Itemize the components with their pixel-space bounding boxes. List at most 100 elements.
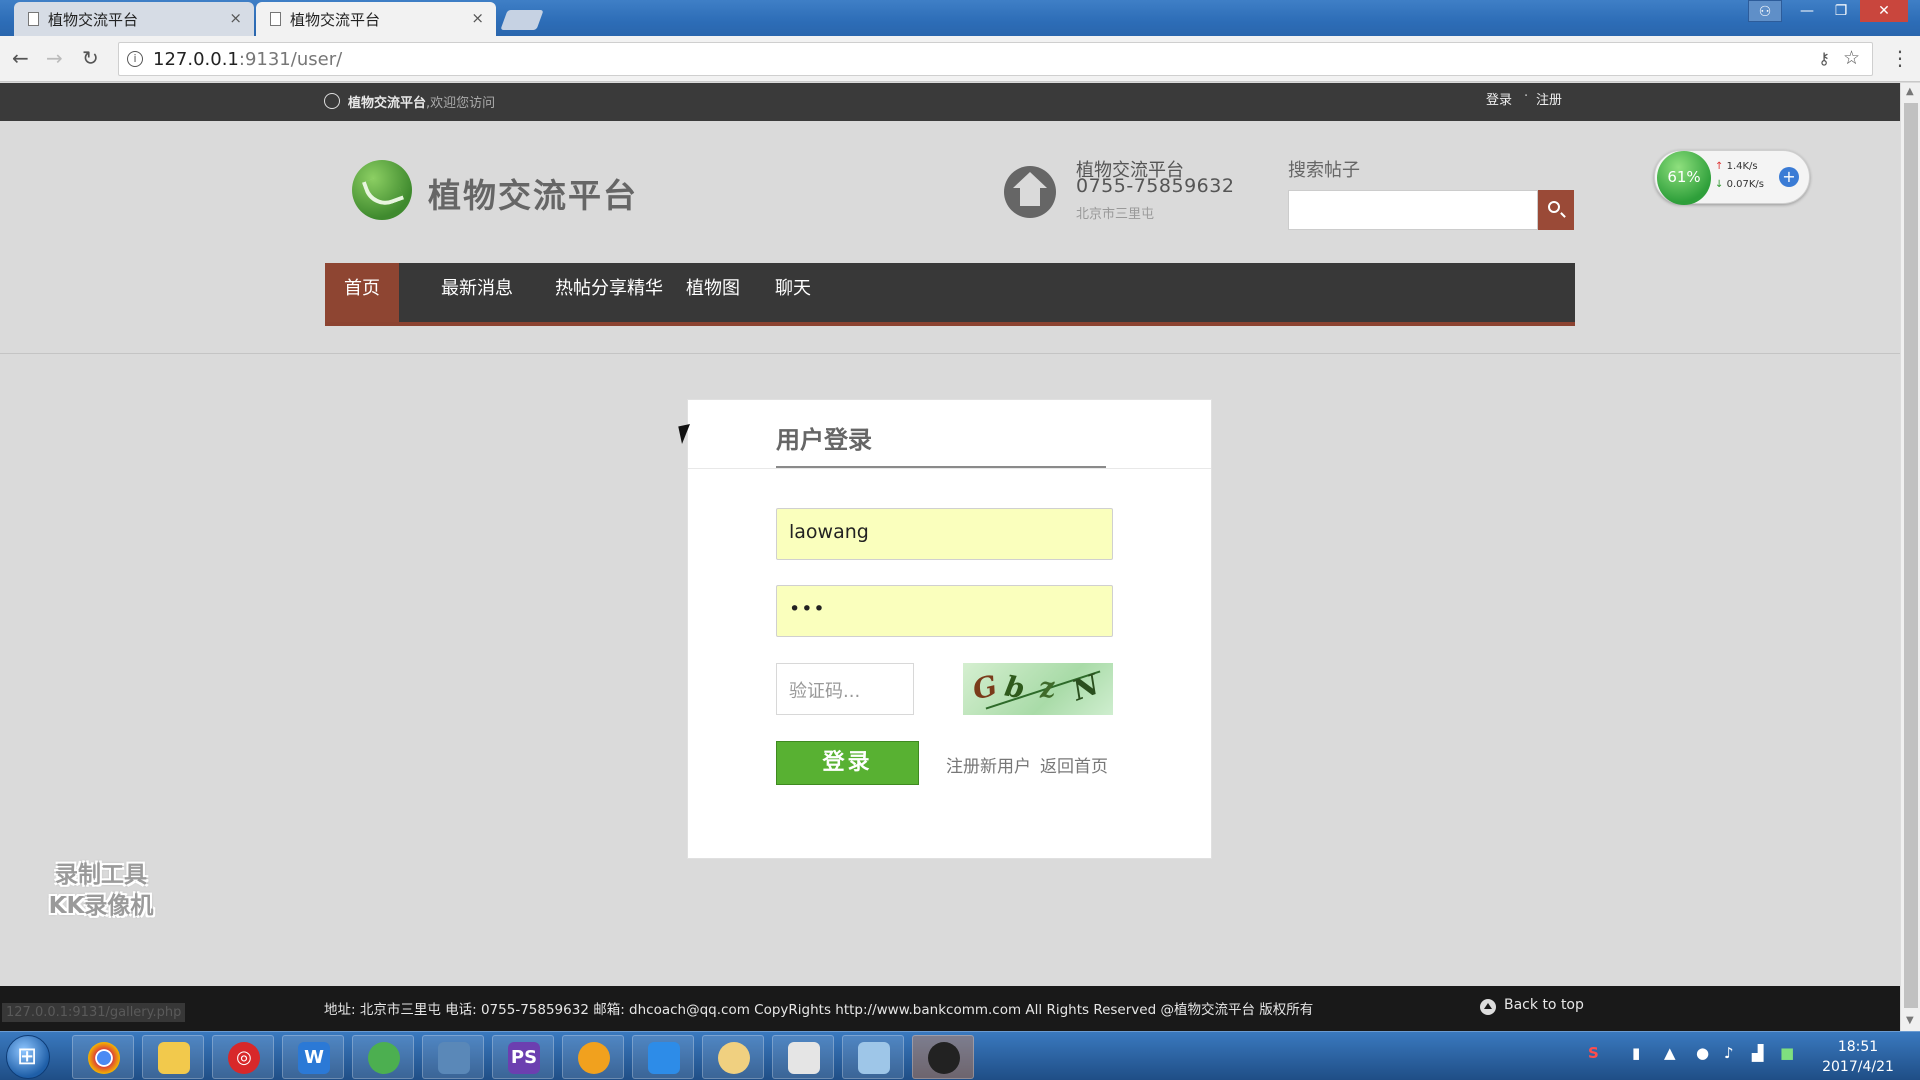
minimize-button[interactable]: — — [1790, 0, 1824, 22]
reader-icon[interactable] — [772, 1035, 834, 1079]
address-bar[interactable]: i 127.0.0.1:9131/user/ ⚷ ☆ — [118, 42, 1873, 76]
search-button[interactable] — [1538, 190, 1574, 230]
key-icon[interactable]: ⚷ — [1818, 49, 1830, 68]
upload-speed: ↑ 1.4K/s — [1715, 161, 1758, 172]
footer-text: 地址: 北京市三里屯 电话: 0755-75859632 邮箱: dhcoach… — [324, 1002, 1314, 1018]
browser-toolbar: ← → ↻ i 127.0.0.1:9131/user/ ⚷ ☆ ⋮ — [0, 36, 1920, 82]
green-app-icon[interactable] — [352, 1035, 414, 1079]
back-home-link[interactable]: 返回首页 — [1040, 752, 1108, 777]
welcome-message: ,欢迎您访问 — [426, 96, 496, 111]
page-scrollbar[interactable]: ▲ ▼ — [1900, 83, 1920, 1031]
kk-recorder-icon[interactable] — [912, 1035, 974, 1079]
upload-value: 1.4K/s — [1726, 161, 1758, 172]
url-host: 127.0.0.1 — [153, 49, 239, 70]
login-link[interactable]: 登录 — [1486, 89, 1512, 108]
back-to-top-link[interactable]: Back to top — [1504, 997, 1584, 1013]
info-icon[interactable]: i — [127, 51, 143, 67]
notepad-icon[interactable] — [842, 1035, 904, 1079]
browser-menu-icon[interactable]: ⋮ — [1890, 46, 1910, 70]
back-to-top-icon[interactable] — [1480, 999, 1496, 1015]
separator-dot: · — [1524, 89, 1529, 104]
network-speed-widget[interactable]: 61% ↑ 1.4K/s ↓ 0.07K/s + — [1654, 150, 1810, 205]
browser-tab[interactable]: 植物交流平台 × — [14, 2, 254, 36]
captcha-image[interactable]: G b z N — [963, 663, 1113, 715]
file-explorer-icon[interactable] — [142, 1035, 204, 1079]
start-button[interactable] — [6, 1035, 50, 1079]
nav-item-hot-posts[interactable]: 热帖分享精华 — [536, 263, 682, 322]
page-icon — [270, 12, 281, 26]
phpstorm-icon[interactable]: PS — [492, 1035, 554, 1079]
home-icon — [1004, 166, 1056, 218]
up-arrow-icon: ↑ — [1715, 161, 1724, 172]
wps-writer-icon[interactable]: W — [282, 1035, 344, 1079]
sogou-ime-icon[interactable]: S — [1588, 1044, 1599, 1062]
welcome-text: 植物交流平台,欢迎您访问 — [348, 92, 495, 111]
page-viewport: 植物交流平台,欢迎您访问 登录 · 注册 植物交流平台 植物交流平台 0755-… — [0, 83, 1900, 1031]
nav-item-latest-news[interactable]: 最新消息 — [422, 263, 532, 322]
leaf-logo-icon[interactable] — [352, 160, 412, 220]
url-text[interactable]: 127.0.0.1:9131/user/ — [153, 49, 342, 70]
search-label: 搜索帖子 — [1288, 160, 1360, 181]
password-field[interactable]: ••• — [776, 585, 1113, 637]
logo-text[interactable]: 植物交流平台 — [428, 169, 638, 217]
contact-phone: 0755-75859632 — [1076, 175, 1235, 197]
captcha-input[interactable]: 验证码... — [776, 663, 914, 715]
nav-item-plant-gallery[interactable]: 植物图 — [667, 263, 759, 322]
system-clock[interactable]: 18:51 2017/4/21 — [1808, 1037, 1908, 1077]
tab-title: 植物交流平台 — [290, 10, 381, 29]
nav-item-home[interactable]: 首页 — [325, 263, 399, 322]
qq-browser-icon[interactable] — [562, 1035, 624, 1079]
register-new-user-link[interactable]: 注册新用户 — [946, 752, 1031, 777]
netease-music-icon[interactable]: ◎ — [212, 1035, 274, 1079]
windows-taskbar: ◎ W PS S ▮ ▲ ● ♪ ▟ ■ 18:51 2017/4/21 — [0, 1031, 1920, 1080]
clock-date: 2017/4/21 — [1822, 1059, 1894, 1075]
palette-icon[interactable] — [702, 1035, 764, 1079]
page-icon — [28, 12, 39, 26]
scroll-down-icon[interactable]: ▼ — [1906, 1015, 1914, 1026]
scrollbar-thumb[interactable] — [1904, 103, 1918, 1008]
maximize-button[interactable]: ❐ — [1824, 0, 1858, 22]
volume-icon[interactable]: ♪ — [1724, 1044, 1734, 1062]
bookmark-star-icon[interactable]: ☆ — [1843, 47, 1860, 69]
monitor-icon[interactable]: ■ — [1780, 1044, 1794, 1062]
card-divider — [688, 468, 1211, 469]
close-tab-icon[interactable]: × — [471, 9, 484, 27]
register-link[interactable]: 注册 — [1536, 89, 1562, 108]
download-value: 0.07K/s — [1726, 179, 1764, 190]
plus-icon[interactable]: + — [1779, 167, 1799, 187]
login-button[interactable]: 登录 — [776, 741, 919, 785]
divider — [0, 353, 1900, 354]
reload-icon[interactable]: ↻ — [82, 46, 99, 70]
close-tab-icon[interactable]: × — [229, 9, 242, 27]
chrome-icon[interactable] — [72, 1035, 134, 1079]
down-arrow-icon: ↓ — [1715, 179, 1724, 190]
close-window-button[interactable]: ✕ — [1860, 0, 1908, 22]
photo-viewer-icon[interactable] — [422, 1035, 484, 1079]
contact-address: 北京市三里屯 — [1076, 207, 1155, 222]
url-path: :9131/user/ — [238, 49, 343, 70]
captcha-char: z — [1037, 670, 1057, 705]
captcha-char: N — [1068, 667, 1104, 708]
captcha-char: b — [1002, 669, 1028, 706]
user-icon[interactable]: ⚇ — [1748, 0, 1782, 22]
search-input[interactable] — [1288, 190, 1538, 230]
search-icon — [1548, 201, 1560, 213]
tray-expand-icon[interactable]: ▲ — [1664, 1044, 1676, 1062]
captcha-char: G — [969, 668, 1001, 707]
new-tab-button[interactable] — [500, 10, 544, 30]
username-field[interactable]: laowang — [776, 508, 1113, 560]
forward-arrow-icon[interactable]: → — [46, 46, 63, 70]
main-nav: 首页 最新消息 热帖分享精华 植物图 聊天 — [325, 263, 1575, 326]
bird-app-icon[interactable] — [632, 1035, 694, 1079]
browser-tab-active[interactable]: 植物交流平台 × — [256, 2, 496, 36]
status-url: 127.0.0.1:9131/gallery.php — [2, 1003, 186, 1022]
scroll-up-icon[interactable]: ▲ — [1906, 86, 1914, 97]
back-arrow-icon[interactable]: ← — [12, 46, 29, 70]
network-icon[interactable]: ▟ — [1752, 1044, 1764, 1062]
site-name: 植物交流平台 — [348, 96, 427, 111]
usage-percent: 61% — [1657, 151, 1711, 205]
battery-icon[interactable]: ▮ — [1632, 1044, 1640, 1062]
qq-tray-icon[interactable]: ● — [1696, 1044, 1709, 1062]
footer: 地址: 北京市三里屯 电话: 0755-75859632 邮箱: dhcoach… — [0, 986, 1900, 1031]
nav-item-chat[interactable]: 聊天 — [756, 263, 830, 322]
